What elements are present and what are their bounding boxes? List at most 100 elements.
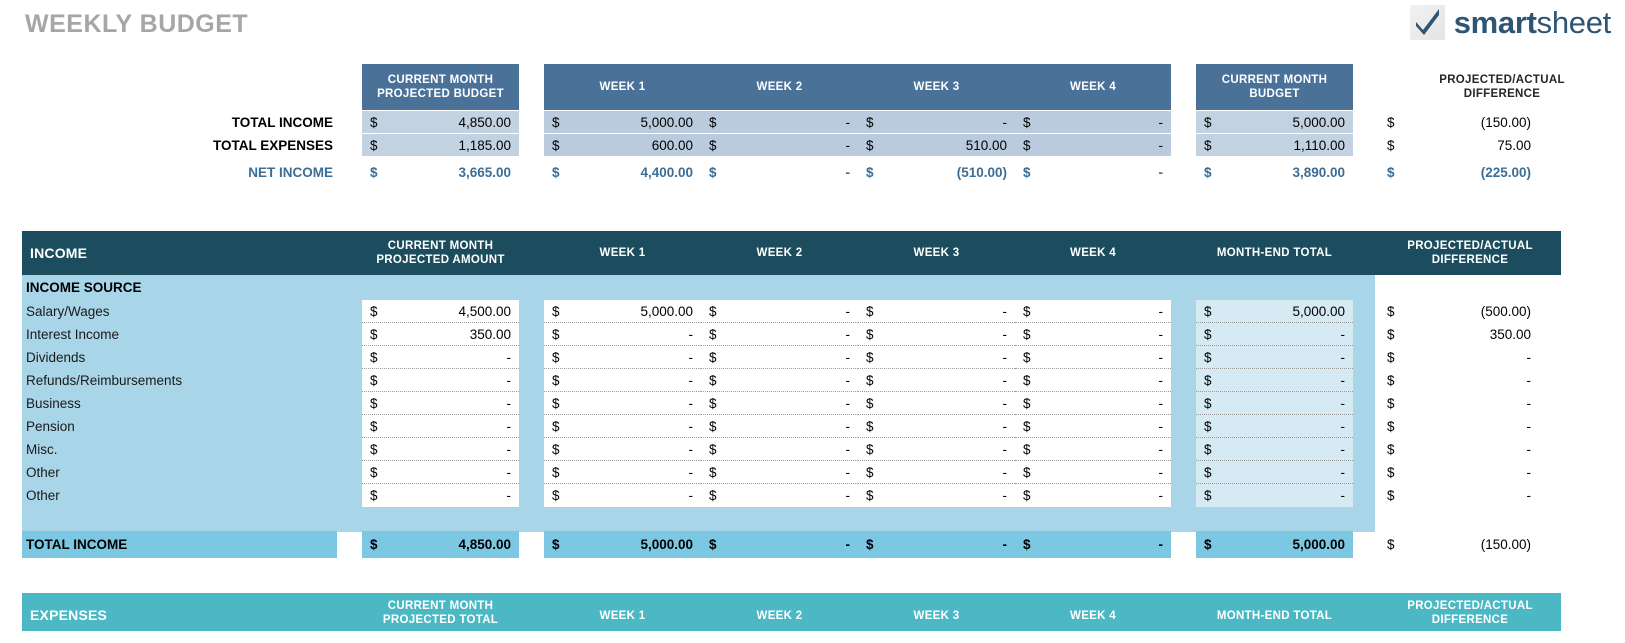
value: - xyxy=(688,349,694,365)
value: - xyxy=(1526,488,1532,503)
income-row-label: Interest Income xyxy=(26,327,120,342)
income-cell-week4[interactable]: $ - xyxy=(1015,461,1171,484)
income-cell-week2[interactable]: $ - xyxy=(701,346,858,369)
summary-cell-net-income-week4: $ - xyxy=(1015,161,1171,184)
income-cell-week4[interactable]: $ - xyxy=(1015,300,1171,323)
currency-symbol: $ xyxy=(552,537,560,552)
income-cell-week2[interactable]: $ - xyxy=(701,369,858,392)
currency-symbol: $ xyxy=(1387,327,1395,342)
income-cell-projected[interactable]: $ - xyxy=(362,484,519,507)
income-cell-week4[interactable]: $ - xyxy=(1015,323,1171,346)
income-cell-week2[interactable]: $ - xyxy=(701,300,858,323)
currency-symbol: $ xyxy=(370,418,378,434)
value: - xyxy=(845,441,851,457)
value: - xyxy=(1158,114,1164,130)
income-cell-week4[interactable]: $ - xyxy=(1015,392,1171,415)
summary-cell-total-expenses-month-total: $1,110.00 xyxy=(1196,134,1353,157)
income-cell-month-end-total: $ - xyxy=(1196,392,1353,415)
value: - xyxy=(845,418,851,434)
income-row-label: Salary/Wages xyxy=(26,304,110,319)
income-cell-difference: $ - xyxy=(1379,346,1539,369)
income-cell-week3[interactable]: $ - xyxy=(858,438,1015,461)
income-cell-week2[interactable]: $ - xyxy=(701,415,858,438)
income-cell-week1[interactable]: $ - xyxy=(544,461,701,484)
income-cell-week3[interactable]: $ - xyxy=(858,484,1015,507)
income-cell-week4[interactable]: $ - xyxy=(1015,415,1171,438)
currency-symbol: $ xyxy=(1204,303,1212,319)
income-cell-week2[interactable]: $ - xyxy=(701,438,858,461)
value: 350.00 xyxy=(1489,327,1531,342)
income-cell-projected[interactable]: $350.00 xyxy=(362,323,519,346)
income-cell-month-end-total: $ - xyxy=(1196,323,1353,346)
income-cell-week3[interactable]: $ - xyxy=(858,323,1015,346)
income-cell-week3[interactable]: $ - xyxy=(858,415,1015,438)
income-cell-difference: $ - xyxy=(1379,392,1539,415)
income-cell-week2[interactable]: $ - xyxy=(701,392,858,415)
summary-cell-total-income-difference: $ (150.00) xyxy=(1379,111,1539,134)
income-cell-projected[interactable]: $ - xyxy=(362,392,519,415)
value: - xyxy=(506,418,512,434)
income-cell-week1[interactable]: $5,000.00 xyxy=(544,300,701,323)
summary-header-difference-line2: DIFFERENCE xyxy=(1463,88,1541,100)
summary-header-week3: WEEK 3 xyxy=(858,64,1015,110)
currency-symbol: $ xyxy=(552,303,560,319)
income-cell-month-end-total: $ - xyxy=(1196,461,1353,484)
summary-cell-total-expenses-week1: $600.00 xyxy=(544,134,701,157)
currency-symbol: $ xyxy=(866,464,874,480)
income-cell-week1[interactable]: $ - xyxy=(544,323,701,346)
value: 4,850.00 xyxy=(458,114,511,130)
income-cell-week1[interactable]: $ - xyxy=(544,415,701,438)
income-cell-projected[interactable]: $ - xyxy=(362,461,519,484)
income-cell-week4[interactable]: $ - xyxy=(1015,369,1171,392)
income-cell-week4[interactable]: $ - xyxy=(1015,438,1171,461)
logo-wordmark: smartsheet xyxy=(1454,7,1612,38)
currency-symbol: $ xyxy=(1204,441,1212,457)
currency-symbol: $ xyxy=(370,137,378,153)
income-cell-week3[interactable]: $ - xyxy=(858,369,1015,392)
income-cell-week1[interactable]: $ - xyxy=(544,392,701,415)
value: - xyxy=(1002,349,1008,365)
expenses-header-month-end-total: MONTH-END TOTAL xyxy=(1216,609,1333,622)
value: - xyxy=(1002,114,1008,130)
currency-symbol: $ xyxy=(709,349,717,365)
income-cell-week1[interactable]: $ - xyxy=(544,484,701,507)
expenses-header-week1: WEEK 1 xyxy=(599,609,646,622)
income-cell-week4[interactable]: $ - xyxy=(1015,346,1171,369)
currency-symbol: $ xyxy=(1023,464,1031,480)
value: - xyxy=(1526,350,1532,365)
income-cell-difference: $ (500.00) xyxy=(1379,300,1539,323)
income-cell-week2[interactable]: $ - xyxy=(701,323,858,346)
income-cell-week2[interactable]: $ - xyxy=(701,461,858,484)
income-cell-week3[interactable]: $ - xyxy=(858,300,1015,323)
value: - xyxy=(845,464,851,480)
income-header-week1: WEEK 1 xyxy=(599,246,646,259)
value: - xyxy=(688,488,694,503)
income-cell-projected[interactable]: $ - xyxy=(362,438,519,461)
income-cell-week2[interactable]: $ - xyxy=(701,484,858,507)
value: - xyxy=(1158,372,1164,388)
currency-symbol: $ xyxy=(370,349,378,365)
income-cell-projected[interactable]: $ - xyxy=(362,346,519,369)
income-cell-week3[interactable]: $ - xyxy=(858,461,1015,484)
income-cell-projected[interactable]: $4,500.00 xyxy=(362,300,519,323)
value: - xyxy=(1340,488,1346,503)
summary-header-week1: WEEK 1 xyxy=(544,64,701,110)
income-cell-week1[interactable]: $ - xyxy=(544,369,701,392)
income-cell-projected[interactable]: $ - xyxy=(362,415,519,438)
summary-cell-net-income-week3: $ (510.00) xyxy=(858,161,1015,184)
income-cell-week1[interactable]: $ - xyxy=(544,346,701,369)
income-cell-week4[interactable]: $ - xyxy=(1015,484,1171,507)
currency-symbol: $ xyxy=(552,372,560,388)
income-cell-week3[interactable]: $ - xyxy=(858,392,1015,415)
currency-symbol: $ xyxy=(1387,373,1395,388)
value: - xyxy=(845,303,851,319)
value: - xyxy=(845,349,851,365)
value: - xyxy=(845,395,851,411)
currency-symbol: $ xyxy=(1204,165,1212,180)
summary-cell-total-expenses-difference: $75.00 xyxy=(1379,134,1539,157)
expenses-header-difference-line1: PROJECTED/ACTUAL xyxy=(1407,600,1533,612)
income-cell-projected[interactable]: $ - xyxy=(362,369,519,392)
income-cell-week3[interactable]: $ - xyxy=(858,346,1015,369)
currency-symbol: $ xyxy=(1023,488,1031,503)
income-cell-week1[interactable]: $ - xyxy=(544,438,701,461)
